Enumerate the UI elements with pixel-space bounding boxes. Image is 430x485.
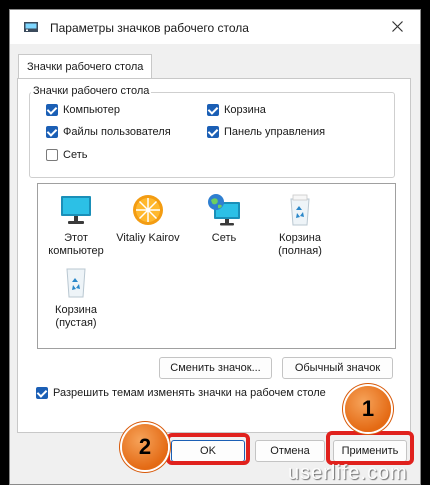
icon-item-this-pc[interactable]: Этот компьютер — [40, 192, 112, 258]
title-bar: Параметры значков рабочего стола — [10, 10, 420, 44]
network-icon — [208, 194, 240, 226]
checkbox-checked-icon — [207, 126, 219, 138]
recycle-bin-empty-icon — [66, 268, 86, 298]
icon-list: Этот компьютер Vitaliy Kairov Сеть Корзи… — [37, 183, 396, 349]
default-icon-button[interactable]: Обычный значок — [282, 357, 393, 379]
icon-label: Сеть — [211, 232, 237, 244]
tab-desktop-icons[interactable]: Значки рабочего стола — [18, 54, 153, 80]
icon-item-network[interactable]: Сеть — [188, 192, 260, 245]
apply-highlight-frame — [326, 431, 414, 465]
step-badge-2: 2 — [122, 424, 168, 470]
close-icon — [392, 21, 403, 32]
checkbox-allow-themes[interactable]: Разрешить темам изменять значки на рабоч… — [36, 387, 326, 399]
app-icon — [24, 22, 38, 32]
watermark: userlife.com — [288, 462, 408, 484]
step-badge-1: 1 — [345, 386, 391, 432]
checkbox-checked-icon — [46, 104, 58, 116]
recycle-bin-full-icon — [290, 194, 310, 226]
icon-item-user-folder[interactable]: Vitaliy Kairov — [112, 192, 184, 245]
checkbox-checked-icon — [46, 126, 58, 138]
monitor-icon — [61, 196, 91, 224]
checkbox-user-files[interactable]: Файлы пользователя — [46, 126, 171, 138]
checkbox-recycle-bin[interactable]: Корзина — [207, 104, 266, 116]
icon-label: Корзина (пустая) — [55, 304, 97, 329]
checkbox-label: Корзина — [224, 104, 266, 116]
change-icon-button[interactable]: Сменить значок... — [159, 357, 272, 379]
checkbox-label: Панель управления — [224, 126, 326, 138]
icon-label: Этот компьютер — [48, 232, 104, 257]
checkbox-label: Компьютер — [63, 104, 120, 116]
icon-label: Корзина (полная) — [278, 232, 322, 257]
cancel-button[interactable]: Отмена — [255, 440, 325, 462]
icon-item-recycle-bin-full[interactable]: Корзина (полная) — [264, 192, 336, 258]
checkbox-checked-icon — [36, 387, 48, 399]
checkbox-network[interactable]: Сеть — [46, 149, 87, 161]
checkbox-label: Разрешить темам изменять значки на рабоч… — [53, 387, 326, 399]
user-folder-icon — [133, 195, 163, 225]
window-title: Параметры значков рабочего стола — [50, 21, 249, 35]
checkbox-label: Сеть — [63, 149, 88, 161]
ok-highlight-frame — [166, 433, 250, 465]
icon-item-recycle-bin-empty[interactable]: Корзина (пустая) — [40, 264, 112, 330]
checkbox-unchecked-icon — [46, 149, 58, 161]
group-legend: Значки рабочего стола — [31, 85, 152, 97]
checkbox-control-panel[interactable]: Панель управления — [207, 126, 325, 138]
icon-label: Vitaliy Kairov — [116, 232, 180, 244]
close-button[interactable] — [376, 10, 420, 44]
checkbox-checked-icon — [207, 104, 219, 116]
checkbox-computer[interactable]: Компьютер — [46, 104, 120, 116]
checkbox-label: Файлы пользователя — [63, 126, 171, 138]
